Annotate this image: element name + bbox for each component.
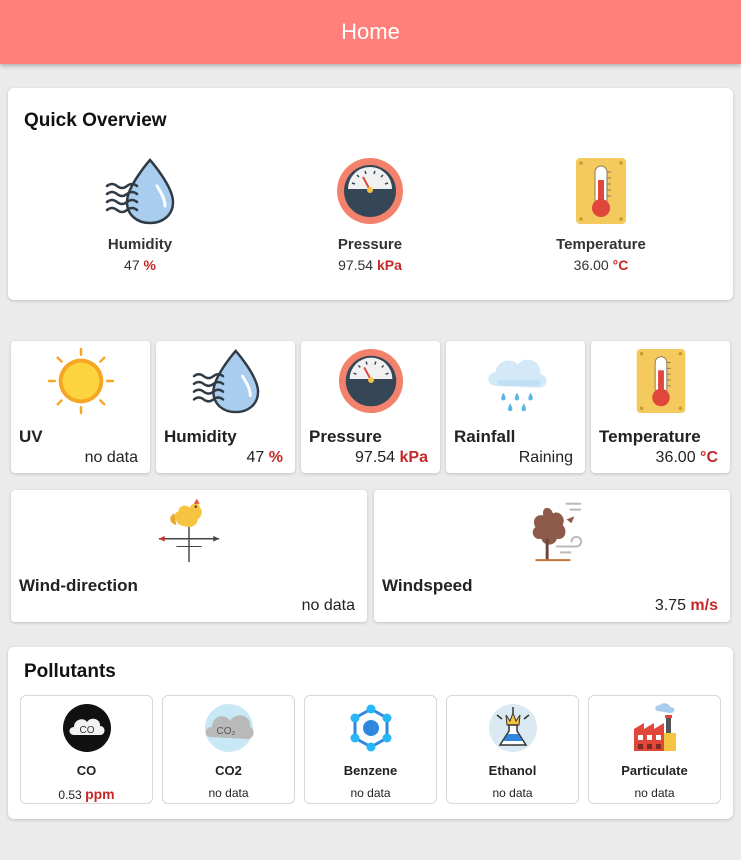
temperature-tile-unit: °C <box>700 449 718 466</box>
humidity-tile[interactable]: Humidity 47 % <box>156 341 295 473</box>
rainfall-tile[interactable]: Rainfall Raining <box>446 341 585 473</box>
pollutant-co2[interactable]: CO₂ CO2 no data <box>162 695 295 804</box>
quick-overview-temperature: Temperature 36.00 °C <box>501 156 701 273</box>
temperature-label: Temperature <box>556 236 646 253</box>
co-value: 0.53 ppm <box>58 786 115 802</box>
wind-direction-value: no data <box>301 597 355 614</box>
pollutant-co[interactable]: CO CO 0.53 ppm <box>20 695 153 804</box>
pressure-gauge-icon <box>335 156 405 226</box>
humidity-label: Humidity <box>107 236 173 253</box>
temperature-unit: °C <box>612 257 629 273</box>
thermometer-icon <box>566 156 636 226</box>
rain-cloud-icon <box>482 347 550 415</box>
quick-overview-title: Quick Overview <box>24 110 167 131</box>
humidity-value: 47 % <box>124 257 156 273</box>
temperature-tile-label: Temperature <box>599 427 701 446</box>
quick-overview-humidity: Humidity 47 % <box>40 156 240 273</box>
pollutants-title: Pollutants <box>24 661 116 682</box>
windspeed-unit: m/s <box>690 597 718 614</box>
app-bar: Home <box>0 0 741 64</box>
rainfall-value: Raining <box>518 449 573 466</box>
temperature-value: 36.00 °C <box>573 257 629 273</box>
pressure-tile[interactable]: Pressure 97.54 kPa <box>301 341 440 473</box>
weathervane-icon <box>155 496 223 564</box>
temperature-tile-value: 36.00 °C <box>655 449 718 466</box>
uv-value: no data <box>84 449 138 466</box>
quick-overview-card: Quick Overview Humidity 47 % Pressure 97… <box>8 88 733 300</box>
co2-value: no data <box>208 786 249 800</box>
windspeed-value: 3.75 m/s <box>654 597 718 614</box>
ethanol-value: no data <box>492 786 533 800</box>
co-cloud-icon: CO <box>62 704 111 752</box>
co2-cloud-icon: CO₂ <box>204 704 254 752</box>
co-icon-text: CO <box>79 725 94 736</box>
humidity-tile-unit: % <box>268 449 283 466</box>
benzene-label: Benzene <box>343 763 398 778</box>
ethanol-flask-icon <box>488 703 538 753</box>
factory-icon <box>630 703 680 753</box>
pressure-value: 97.54 kPa <box>338 257 402 273</box>
benzene-molecule-icon <box>346 703 396 753</box>
rainfall-label: Rainfall <box>454 427 516 446</box>
pollutant-particulate[interactable]: Particulate no data <box>588 695 721 804</box>
pollutant-benzene[interactable]: Benzene no data <box>304 695 437 804</box>
co2-label: CO2 <box>215 763 242 778</box>
pressure-tile-label: Pressure <box>309 427 382 446</box>
pressure-tile-unit: kPa <box>399 449 428 466</box>
temperature-tile[interactable]: Temperature 36.00 °C <box>591 341 730 473</box>
wind-direction-label: Wind-direction <box>19 576 138 595</box>
page-title: Home <box>341 19 400 44</box>
co2-icon-text: CO₂ <box>216 726 235 737</box>
quick-overview-pressure: Pressure 97.54 kPa <box>270 156 470 273</box>
windspeed-label: Windspeed <box>382 576 473 595</box>
pressure-label: Pressure <box>337 236 403 253</box>
pollutant-ethanol[interactable]: Ethanol no data <box>446 695 579 804</box>
benzene-value: no data <box>350 786 391 800</box>
pressure-unit: kPa <box>377 257 402 273</box>
particulate-label: Particulate <box>621 763 688 778</box>
humidity-tile-value: 47 % <box>246 449 283 466</box>
pressure-gauge-icon <box>337 347 405 415</box>
co-label: CO <box>76 763 97 778</box>
humidity-unit: % <box>143 257 156 273</box>
humidity-tile-label: Humidity <box>164 427 237 446</box>
ethanol-label: Ethanol <box>488 763 537 778</box>
uv-label: UV <box>19 427 43 446</box>
humidity-icon <box>192 347 260 415</box>
pollutants-card: Pollutants CO CO 0.53 ppm CO₂ CO2 no dat… <box>8 647 733 819</box>
sun-icon <box>47 347 115 415</box>
co-unit: ppm <box>85 786 115 802</box>
particulate-value: no data <box>634 786 675 800</box>
thermometer-icon <box>627 347 695 415</box>
uv-tile[interactable]: UV no data <box>11 341 150 473</box>
humidity-icon <box>105 156 175 226</box>
windspeed-tile[interactable]: Windspeed 3.75 m/s <box>374 490 730 622</box>
wind-direction-tile[interactable]: Wind-direction no data <box>11 490 367 622</box>
wind-tree-icon <box>518 496 586 564</box>
pressure-tile-value: 97.54 kPa <box>355 449 428 466</box>
